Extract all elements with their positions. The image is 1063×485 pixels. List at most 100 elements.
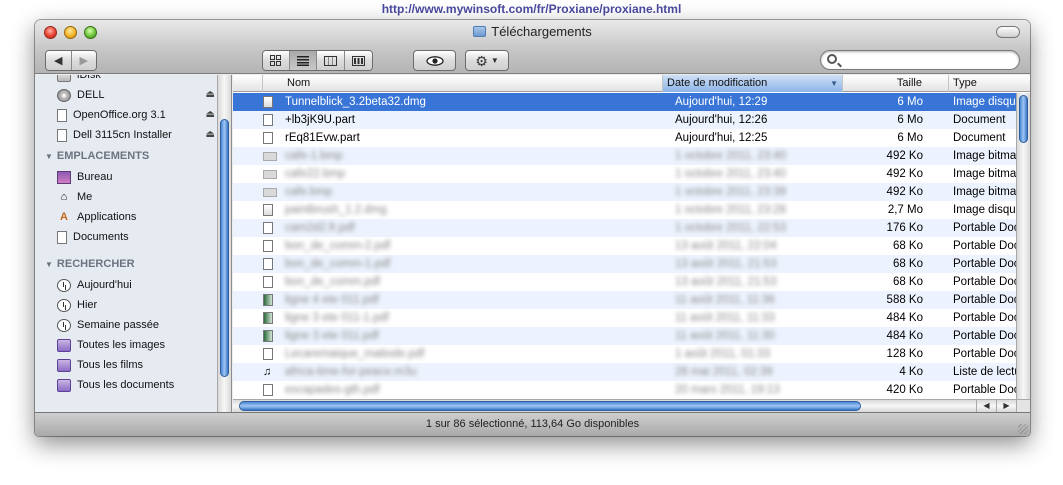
window-title: Téléchargements (35, 24, 1030, 39)
file-name: rEq81Evw.part (285, 132, 360, 144)
file-list-horizontal-scrollbar[interactable]: ◀ ▶ (233, 399, 1016, 412)
sidebar-item-me[interactable]: ⌂ Me (35, 187, 217, 207)
disclosure-triangle-icon: ▼ (45, 259, 53, 269)
search-field[interactable] (820, 50, 1020, 70)
window-title-label: Téléchargements (491, 24, 592, 39)
list-view-icon (296, 55, 309, 66)
resize-grip-icon[interactable] (1018, 424, 1028, 434)
table-row[interactable]: bon_de_comm.pdf 13 août 2011, 21:53 68 Ko P… (233, 273, 1016, 291)
table-row[interactable]: cafe22.bmp 1 octobre 2011, 23:40 492 Ko Ima… (233, 165, 1016, 183)
coverflow-view-button[interactable] (344, 51, 372, 70)
sidebar-item-all-images[interactable]: Toutes les images (35, 335, 217, 355)
table-row[interactable]: escapades-gth.pdf 20 mars 2011, 19:13 420 … (233, 381, 1016, 399)
file-size: 4 Ko (899, 366, 923, 378)
file-name: paintbrush_1.2.dmg (285, 204, 387, 216)
file-date: 11 août 2011, 11:33 (675, 312, 775, 324)
document-icon (263, 348, 273, 360)
finder-window: Téléchargements ◀ ▶ ⚙ ▼ iDisk DELL ⏏ Ope… (35, 20, 1030, 436)
sidebar-item-dell-installer[interactable]: Dell 3115cn Installer ⏏ (35, 125, 217, 145)
sidebar-section-places[interactable]: ▼ EMPLACEMENTS (35, 145, 217, 167)
table-row[interactable]: ligne 3 ete 011.pdf 11 août 2011, 11:30 48… (233, 327, 1016, 345)
scroll-left-arrow-icon[interactable]: ◀ (976, 400, 996, 412)
file-size: 6 Mo (897, 132, 923, 144)
table-row[interactable]: Tunnelblick_3.2beta32.dmg Aujourd'hui, 12… (233, 93, 1016, 111)
sidebar-scrollbar[interactable] (217, 75, 231, 412)
document-icon (263, 132, 273, 144)
table-row[interactable]: ♫ africa-time-for-peace.m3u 28 mai 2011, 0… (233, 363, 1016, 381)
file-date: 13 août 2011, 22:04 (675, 240, 777, 252)
sidebar-item-openoffice[interactable]: OpenOffice.org 3.1 ⏏ (35, 105, 217, 125)
status-text: 1 sur 86 sélectionné, 113,64 Go disponib… (425, 418, 640, 430)
sidebar-item-today[interactable]: Aujourd'hui (35, 275, 217, 295)
file-kind: Portable Document (953, 330, 1016, 342)
bitmap-icon (263, 188, 277, 197)
column-header-kind[interactable]: Type (949, 75, 1030, 92)
sidebar-section-search[interactable]: ▼ RECHERCHER (35, 253, 217, 275)
file-name: africa-time-for-peace.m3u (285, 366, 417, 378)
sidebar-item-idisk[interactable]: iDisk (35, 75, 217, 85)
file-size: 68 Ko (892, 240, 923, 252)
file-icon-cell (263, 381, 277, 399)
table-row[interactable]: Lecaremaique_matiode.pdf 1 août 2011, 01:… (233, 345, 1016, 363)
sidebar-item-applications[interactable]: A Applications (35, 207, 217, 227)
file-kind: Image bitmap (953, 186, 1016, 198)
sidebar-item-all-movies[interactable]: Tous les films (35, 355, 217, 375)
table-row[interactable]: cafe-1.bmp 1 octobre 2011, 23:40 492 Ko Ima… (233, 147, 1016, 165)
sidebar-item-bureau[interactable]: Bureau (35, 167, 217, 187)
bitmap-icon (263, 152, 277, 161)
table-row[interactable]: ligne 3 ete 011-1.pdf 11 août 2011, 11:33… (233, 309, 1016, 327)
table-row[interactable]: cafe.bmp 1 octobre 2011, 23:39 492 Ko Image… (233, 183, 1016, 201)
back-button[interactable]: ◀ (46, 51, 72, 70)
file-date: 20 mars 2011, 19:13 (675, 384, 780, 396)
action-menu-button[interactable]: ⚙ ▼ (465, 50, 509, 71)
table-row[interactable]: ligne 4 ete 011.pdf 11 août 2011, 11:36 58… (233, 291, 1016, 309)
eject-icon[interactable]: ⏏ (206, 109, 215, 120)
file-name: bon_de_comm-2.pdf (285, 240, 391, 252)
sidebar-list: iDisk DELL ⏏ OpenOffice.org 3.1 ⏏ Dell 3… (35, 75, 217, 395)
file-name: bon_de_comm.pdf (285, 276, 381, 288)
eject-icon[interactable]: ⏏ (206, 89, 215, 100)
column-header-name[interactable]: Nom (283, 75, 663, 92)
sidebar-item-documents[interactable]: Documents (35, 227, 217, 247)
column-view-button[interactable] (317, 51, 345, 70)
icon-view-button[interactable] (263, 51, 290, 70)
sidebar-scroll-thumb[interactable] (220, 119, 229, 377)
table-row[interactable]: cam2d2.fr.pdf 1 octobre 2011, 22:53 176 Ko… (233, 219, 1016, 237)
file-date: 1 octobre 2011, 23:39 (675, 186, 787, 198)
sidebar-item-label: DELL (77, 89, 105, 101)
file-list-horizontal-thumb[interactable] (239, 401, 861, 411)
file-size: 492 Ko (886, 186, 923, 198)
file-name: Lecaremaique_matiode.pdf (285, 348, 425, 360)
disk-icon (57, 75, 71, 82)
table-row[interactable]: rEq81Evw.part Aujourd'hui, 12:25 6 Mo Docum… (233, 129, 1016, 147)
search-input[interactable] (841, 53, 1013, 67)
sidebar-item-last-week[interactable]: Semaine passée (35, 315, 217, 335)
sidebar-item-dell[interactable]: DELL ⏏ (35, 85, 217, 105)
sidebar-item-label: Toutes les images (77, 339, 166, 351)
table-row[interactable]: paintbrush_1.2.dmg 1 octobre 2011, 23:28 2… (233, 201, 1016, 219)
sidebar-item-all-documents[interactable]: Tous les documents (35, 375, 217, 395)
scroll-right-arrow-icon[interactable]: ▶ (996, 400, 1016, 412)
navigation-buttons: ◀ ▶ (45, 50, 97, 71)
file-kind: Portable Document (953, 294, 1016, 306)
table-row[interactable]: +lb3jK9U.part Aujourd'hui, 12:26 6 Mo Docum… (233, 111, 1016, 129)
quicklook-button[interactable] (413, 50, 456, 71)
file-date: 1 août 2011, 01:33 (675, 348, 771, 360)
forward-button[interactable]: ▶ (71, 51, 96, 70)
list-view-button[interactable] (289, 51, 318, 70)
table-row[interactable]: bon_de_comm-2.pdf 13 août 2011, 22:04 68 K… (233, 237, 1016, 255)
column-header-date[interactable]: Date de modification ▼ (663, 75, 843, 92)
clock-icon (57, 298, 71, 312)
file-list-vertical-thumb[interactable] (1019, 95, 1028, 143)
column-header-label: Nom (287, 77, 311, 89)
toolbar-toggle-button[interactable] (996, 26, 1020, 38)
file-list-vertical-scrollbar[interactable] (1016, 93, 1030, 399)
eject-icon[interactable]: ⏏ (206, 129, 215, 140)
sidebar-item-yesterday[interactable]: Hier (35, 295, 217, 315)
table-row[interactable]: bon_de_comm-1.pdf 13 août 2011, 21:53 68 K… (233, 255, 1016, 273)
document-icon (263, 222, 273, 234)
right-arrow-icon: ▶ (79, 55, 88, 67)
column-header-size[interactable]: Taille (843, 75, 949, 92)
file-name: cafe22.bmp (285, 168, 346, 180)
document-icon (263, 276, 273, 288)
